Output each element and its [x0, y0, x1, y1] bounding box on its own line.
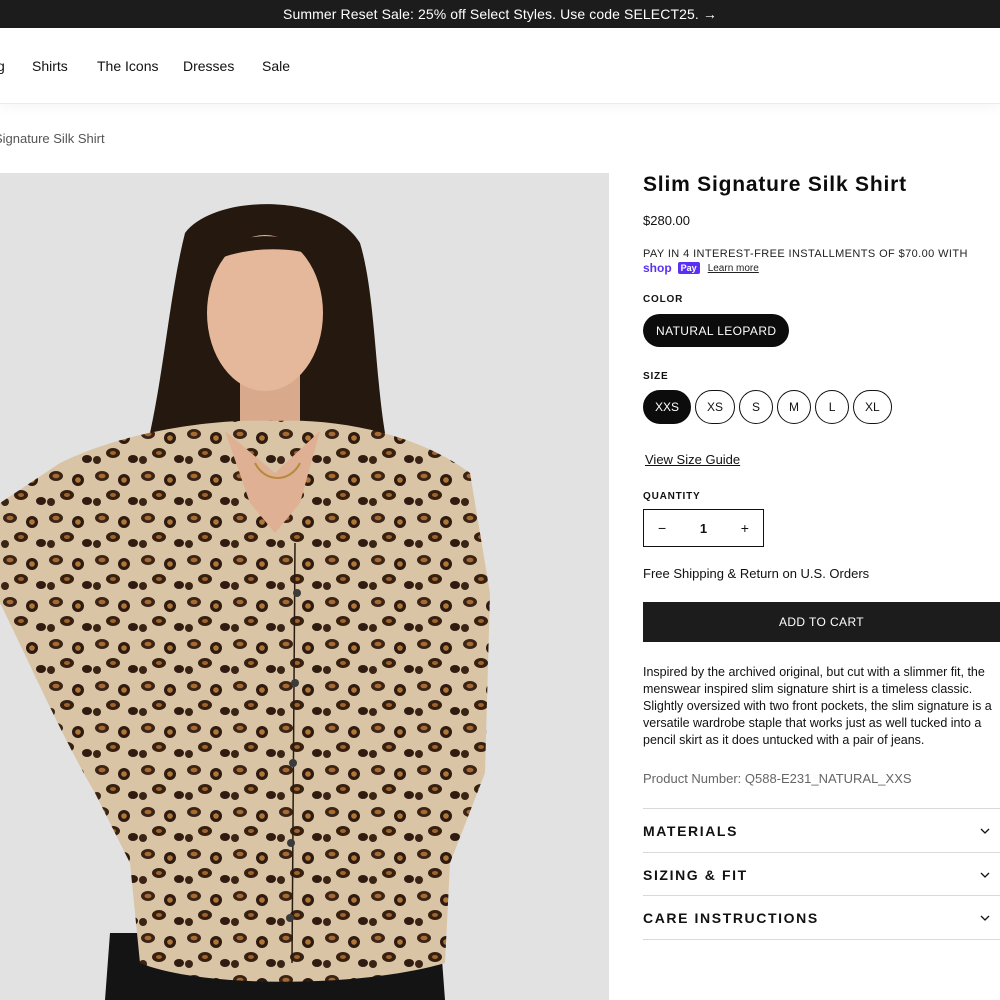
- nav-item-dresses[interactable]: Dresses: [183, 58, 234, 74]
- accordion-materials[interactable]: MATERIALS: [643, 808, 1000, 852]
- product-price: $280.00: [643, 213, 690, 228]
- color-label: COLOR: [643, 294, 684, 305]
- product-image[interactable]: [0, 173, 609, 1000]
- announcement-bar[interactable]: Summer Reset Sale: 25% off Select Styles…: [0, 0, 1000, 28]
- breadcrumb[interactable]: Signature Silk Shirt: [0, 131, 105, 146]
- accordion-care-instructions[interactable]: CARE INSTRUCTIONS: [643, 895, 1000, 939]
- size-label: SIZE: [643, 371, 669, 382]
- chevron-down-icon: [980, 828, 990, 834]
- size-options: XXS XS S M L XL: [643, 390, 892, 424]
- installments-text: PAY IN 4 INTEREST-FREE INSTALLMENTS OF $…: [643, 248, 968, 260]
- shop-pay-row: shop Pay Learn more: [643, 261, 759, 275]
- size-guide-link[interactable]: View Size Guide: [645, 452, 740, 467]
- nav-item-sale[interactable]: Sale: [262, 58, 290, 74]
- accordion-divider: [643, 939, 1000, 940]
- size-option-xs[interactable]: XS: [695, 390, 736, 424]
- learn-more-link[interactable]: Learn more: [708, 263, 759, 274]
- shop-pay-logo: shop: [643, 261, 672, 275]
- size-option-xxs[interactable]: XXS: [643, 390, 692, 424]
- accordion-label: CARE INSTRUCTIONS: [643, 909, 819, 926]
- chevron-down-icon: [980, 872, 990, 878]
- add-to-cart-button[interactable]: ADD TO CART: [643, 602, 1000, 642]
- main-navigation: g Shirts The Icons Dresses Sale: [0, 28, 1000, 104]
- chevron-down-icon: [980, 915, 990, 921]
- shipping-note: Free Shipping & Return on U.S. Orders: [643, 566, 870, 581]
- minus-icon[interactable]: −: [658, 520, 666, 536]
- size-option-xl[interactable]: XL: [853, 390, 892, 424]
- nav-item-shirts[interactable]: Shirts: [32, 58, 68, 74]
- size-option-l[interactable]: L: [815, 390, 850, 424]
- plus-icon[interactable]: +: [741, 520, 749, 536]
- accordion-label: MATERIALS: [643, 822, 739, 839]
- quantity-value[interactable]: 1: [700, 521, 707, 536]
- announcement-text: Summer Reset Sale: 25% off Select Styles…: [283, 6, 699, 22]
- quantity-stepper: − 1 +: [643, 509, 764, 547]
- color-swatch-natural-leopard[interactable]: NATURAL LEOPARD: [643, 314, 790, 347]
- accordion-sizing-fit[interactable]: SIZING & FIT: [643, 852, 1000, 896]
- product-number: Product Number: Q588-E231_NATURAL_XXS: [643, 771, 912, 786]
- size-option-m[interactable]: M: [777, 390, 812, 424]
- size-option-s[interactable]: S: [739, 390, 774, 424]
- nav-item-partial[interactable]: g: [0, 58, 5, 74]
- accordion-label: SIZING & FIT: [643, 866, 748, 883]
- nav-item-the-icons[interactable]: The Icons: [97, 58, 158, 74]
- product-title: Slim Signature Silk Shirt: [643, 173, 907, 196]
- shop-pay-badge: Pay: [677, 262, 700, 274]
- product-description: Inspired by the archived original, but c…: [643, 665, 992, 747]
- quantity-label: QUANTITY: [643, 491, 701, 502]
- product-photo-illustration: [0, 173, 609, 1000]
- arrow-right-icon: →: [702, 6, 717, 22]
